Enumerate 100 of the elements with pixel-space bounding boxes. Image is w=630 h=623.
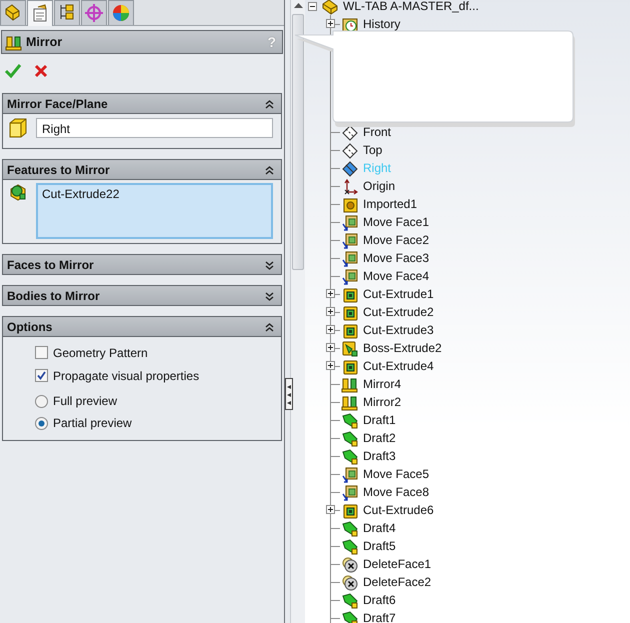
tab[interactable] — [54, 0, 80, 25]
tree-item[interactable]: Move Face3 — [362, 251, 430, 265]
collapse-icon[interactable] — [264, 98, 275, 110]
group-header[interactable]: Mirror Face/Plane — [3, 94, 281, 113]
radio-button[interactable] — [35, 416, 48, 430]
feature-icon — [9, 183, 27, 201]
expand-toggle[interactable] — [326, 343, 335, 352]
expand-icon[interactable] — [264, 258, 275, 270]
block-icon — [341, 304, 358, 320]
tree-item[interactable]: History — [362, 17, 402, 31]
tree-item[interactable]: Cut-Extrude1 — [362, 287, 435, 301]
selection-field[interactable]: Right — [36, 118, 273, 138]
tab[interactable] — [27, 0, 53, 26]
list-item[interactable]: Cut-Extrude22 — [42, 187, 267, 201]
tree-item[interactable]: WL-TAB A-MASTER_df... — [342, 0, 480, 13]
block-icon — [341, 286, 358, 302]
crosshair-icon — [84, 3, 104, 23]
scroll-up-icon[interactable] — [294, 3, 302, 9]
part-icon — [321, 0, 338, 14]
cross-circle-icon — [341, 556, 358, 572]
panel-title: Mirror — [26, 35, 64, 49]
scroll-thumb[interactable] — [292, 14, 304, 270]
tree-item[interactable]: Mirror4 — [362, 377, 402, 391]
color-wheel-icon — [111, 3, 131, 23]
expand-toggle[interactable] — [326, 289, 335, 298]
plane-icon — [9, 118, 27, 138]
block-arrow-icon — [341, 232, 358, 248]
group-title: Features to Mirror — [7, 162, 110, 176]
cross-circle-icon — [341, 574, 358, 590]
group-title: Faces to Mirror — [7, 258, 94, 272]
tree-item[interactable]: Cut-Extrude2 — [362, 305, 435, 319]
tree-item[interactable]: Imported1 — [362, 197, 418, 211]
expand-toggle[interactable] — [326, 505, 335, 514]
group-header[interactable]: Options — [3, 317, 281, 336]
checkbox[interactable] — [35, 369, 48, 382]
mirror-icon — [5, 34, 22, 50]
tree-item[interactable]: Move Face1 — [362, 215, 430, 229]
option-label: Propagate visual properties — [53, 368, 200, 382]
tree-item[interactable]: DeleteFace2 — [362, 575, 432, 589]
block-icon — [341, 196, 358, 212]
tree-item[interactable]: Cut-Extrude3 — [362, 323, 435, 337]
collapse-icon[interactable] — [264, 164, 275, 176]
tree-item[interactable]: Origin — [362, 179, 396, 193]
block-arrow-icon — [341, 268, 358, 284]
plane-icon — [341, 142, 358, 158]
expand-toggle[interactable] — [326, 325, 335, 334]
group-header[interactable]: Features to Mirror — [3, 160, 281, 179]
tree-item[interactable]: Draft4 — [362, 521, 397, 535]
block-icon — [341, 322, 358, 338]
expand-toggle[interactable] — [326, 19, 335, 28]
mirror-icon — [341, 376, 358, 392]
collapse-toggle[interactable] — [308, 2, 317, 10]
selection-list[interactable]: Cut-Extrude22 — [36, 183, 273, 239]
checkbox[interactable] — [35, 346, 48, 359]
ok-button[interactable] — [3, 62, 23, 80]
tree-item[interactable]: Draft3 — [362, 449, 397, 463]
group-title: Options — [7, 320, 52, 334]
radio-button[interactable] — [35, 394, 48, 408]
expand-icon[interactable] — [264, 290, 275, 302]
tree-item[interactable]: Draft6 — [362, 593, 397, 607]
tree-item[interactable]: Draft7 — [362, 611, 397, 623]
scrollbar[interactable] — [290, 0, 305, 623]
tree-item[interactable]: Draft2 — [362, 431, 397, 445]
history-icon — [341, 16, 358, 32]
group-header[interactable]: Bodies to Mirror — [3, 286, 281, 305]
expand-toggle[interactable] — [326, 361, 335, 370]
wedge-icon — [341, 592, 358, 608]
option-label: Partial preview — [53, 416, 132, 430]
tree-item[interactable]: Cut-Extrude6 — [362, 503, 435, 517]
group-header[interactable]: Faces to Mirror — [3, 255, 281, 274]
mirror-icon — [341, 394, 358, 410]
option-label: Geometry Pattern — [53, 346, 148, 360]
tree-item[interactable]: Boss-Extrude2 — [362, 341, 443, 355]
wedge-icon — [341, 430, 358, 446]
plane-icon — [341, 160, 358, 176]
group-title: Bodies to Mirror — [7, 288, 100, 302]
block-icon — [341, 502, 358, 518]
collapse-handle-icon[interactable] — [285, 378, 293, 410]
tree-item[interactable]: Top — [362, 143, 384, 157]
expand-toggle[interactable] — [326, 307, 335, 316]
wedge-icon — [341, 448, 358, 464]
tree-item[interactable]: Move Face5 — [362, 467, 430, 481]
tree-item[interactable]: Move Face8 — [362, 485, 430, 499]
tree-item[interactable]: Draft1 — [362, 413, 397, 427]
tree-item[interactable]: Mirror2 — [362, 395, 402, 409]
tree-item[interactable]: Cut-Extrude4 — [362, 359, 435, 373]
tree-item[interactable]: Move Face4 — [362, 269, 430, 283]
wedge-icon — [341, 538, 358, 554]
tree-item[interactable]: Front — [362, 125, 392, 139]
wedge-icon — [341, 610, 358, 623]
collapse-icon[interactable] — [264, 320, 275, 332]
option-label: Full preview — [53, 394, 118, 408]
block-arrow-icon — [341, 466, 358, 482]
tree-item[interactable]: DeleteFace1 — [362, 557, 432, 571]
block-arrow-icon — [341, 484, 358, 500]
tab[interactable] — [0, 0, 26, 25]
tree-item[interactable]: Move Face2 — [362, 233, 430, 247]
tree-item[interactable]: Draft5 — [362, 539, 397, 553]
wedge-icon — [341, 520, 358, 536]
block-icon — [341, 340, 358, 356]
